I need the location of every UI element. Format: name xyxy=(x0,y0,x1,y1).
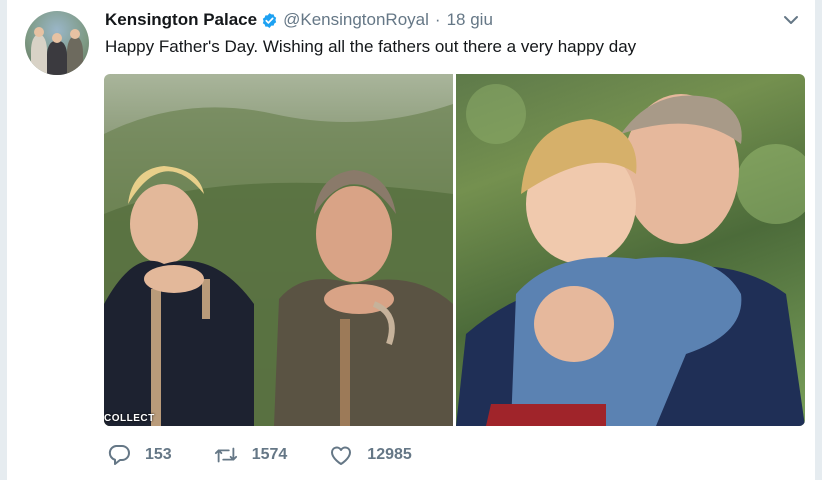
avatar-figure xyxy=(31,35,47,75)
photo-left[interactable]: COLLECT xyxy=(104,74,453,426)
retweet-button[interactable]: 1574 xyxy=(214,444,288,466)
verified-icon xyxy=(262,12,277,28)
timestamp[interactable]: 18 giu xyxy=(447,10,493,30)
retweet-icon xyxy=(214,447,237,463)
author-handle[interactable]: @KensingtonRoyal xyxy=(283,10,429,30)
avatar-face xyxy=(34,27,44,37)
author-name[interactable]: Kensington Palace xyxy=(105,10,257,30)
media-grid[interactable]: COLLECT xyxy=(104,74,805,426)
tweet-card[interactable]: Kensington Palace @KensingtonRoyal · 18 … xyxy=(6,0,816,480)
photo-right[interactable] xyxy=(456,74,805,426)
tweet-header: Kensington Palace @KensingtonRoyal · 18 … xyxy=(105,9,493,31)
reply-count: 153 xyxy=(145,446,172,463)
separator-dot: · xyxy=(434,10,441,29)
heart-icon xyxy=(331,446,352,465)
avatar-figure xyxy=(67,37,83,75)
chevron-down-icon[interactable] xyxy=(781,10,801,30)
reply-icon xyxy=(108,445,130,465)
photo-left-illustration xyxy=(104,104,453,426)
photo-right-illustration xyxy=(456,84,805,426)
reply-button[interactable]: 153 xyxy=(107,444,172,466)
avatar-face xyxy=(52,33,62,43)
avatar-face xyxy=(70,29,80,39)
like-button[interactable]: 12985 xyxy=(329,444,412,466)
tweet-actions: 153 1574 12985 xyxy=(107,444,454,466)
avatar[interactable] xyxy=(25,11,89,75)
avatar-figure xyxy=(47,41,67,75)
tweet-text: Happy Father's Day. Wishing all the fath… xyxy=(105,37,637,56)
retweet-count: 1574 xyxy=(251,446,288,463)
like-count: 12985 xyxy=(367,446,412,463)
photo-credit: COLLECT xyxy=(104,413,155,424)
